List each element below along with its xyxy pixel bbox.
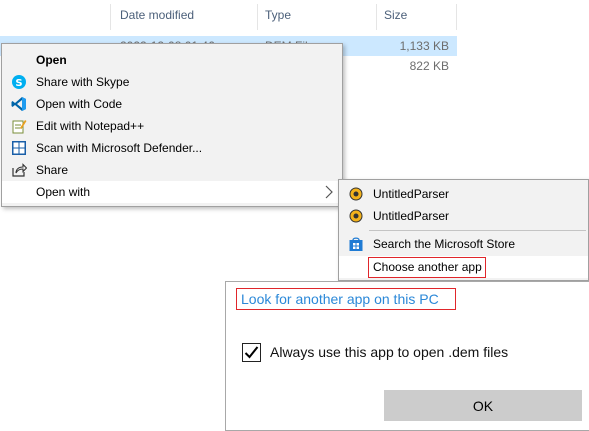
menu-item-label: Scan with Microsoft Defender... [36, 141, 203, 155]
menu-separator [369, 230, 586, 231]
menu-item-edit-with-notepadpp[interactable]: Edit with Notepad++ [2, 115, 342, 137]
submenu-item-untitledparser[interactable]: UntitledParser [339, 205, 588, 227]
context-menu: Open S Share with Skype Open with Code E… [1, 43, 343, 207]
menu-item-label: Open [36, 53, 67, 67]
column-separator[interactable] [376, 4, 377, 30]
column-header-type[interactable]: Type [265, 8, 291, 22]
submenu-item-label: Search the Microsoft Store [373, 237, 516, 251]
skype-icon: S [11, 74, 27, 90]
column-separator[interactable] [257, 4, 258, 30]
always-use-checkbox[interactable] [242, 343, 261, 362]
open-with-dialog: Look for another app on this PC Always u… [225, 281, 589, 431]
column-header-bar: Date modified Type Size [0, 0, 589, 34]
menu-item-label: Open with Code [36, 97, 123, 111]
store-icon [348, 236, 364, 252]
checkmark-icon [244, 346, 259, 359]
menu-item-open[interactable]: Open [2, 49, 342, 71]
file-size: 1,133 KB [399, 39, 449, 53]
parser-icon [348, 208, 364, 224]
menu-item-share-with-skype[interactable]: S Share with Skype [2, 71, 342, 93]
file-size: 822 KB [409, 59, 449, 73]
menu-item-open-with[interactable]: Open with [2, 181, 342, 203]
column-header-date-modified[interactable]: Date modified [120, 8, 194, 22]
parser-icon [348, 186, 364, 202]
menu-item-label: Open with [36, 185, 91, 199]
column-header-size[interactable]: Size [384, 8, 407, 22]
submenu-item-label: UntitledParser [373, 209, 450, 223]
column-separator[interactable] [456, 4, 457, 30]
chevron-right-icon [324, 185, 334, 199]
highlight-box [236, 288, 456, 310]
highlight-box [368, 257, 486, 278]
submenu-item-label: UntitledParser [373, 187, 450, 201]
submenu-item-untitledparser[interactable]: UntitledParser [339, 183, 588, 205]
always-use-label: Always use this app to open .dem files [270, 344, 509, 360]
ok-button[interactable]: OK [384, 390, 582, 421]
share-icon [11, 162, 28, 178]
notepadpp-icon [11, 118, 27, 134]
vscode-icon [11, 96, 27, 112]
menu-item-label: Share [36, 163, 69, 177]
submenu-item-search-store[interactable]: Search the Microsoft Store [339, 233, 588, 255]
menu-item-share[interactable]: Share [2, 159, 342, 181]
menu-item-label: Edit with Notepad++ [36, 119, 145, 133]
menu-item-open-with-code[interactable]: Open with Code [2, 93, 342, 115]
column-separator[interactable] [110, 4, 111, 30]
defender-icon [11, 140, 27, 156]
menu-item-label: Share with Skype [36, 75, 130, 89]
menu-item-scan-with-defender[interactable]: Scan with Microsoft Defender... [2, 137, 342, 159]
svg-text:S: S [15, 78, 22, 89]
